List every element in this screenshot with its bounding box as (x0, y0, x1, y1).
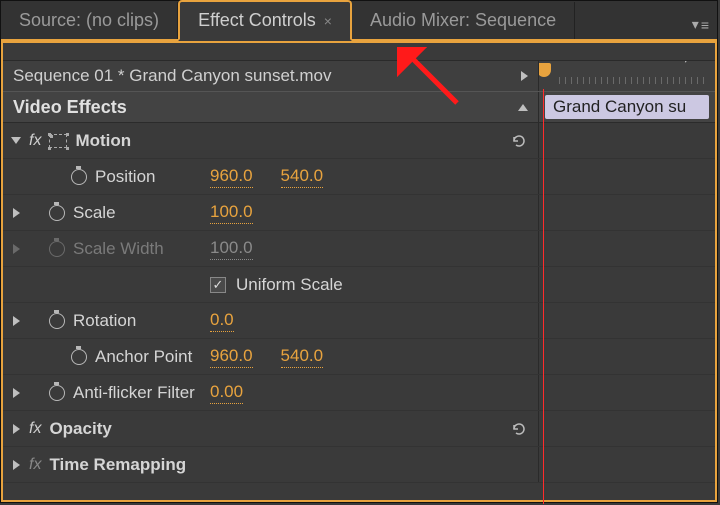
spacer (3, 43, 715, 61)
fx-badge-icon[interactable]: fx (29, 132, 41, 150)
uniform-scale-checkbox[interactable]: ✓ (210, 277, 226, 293)
mini-timeline-ruler[interactable]: 00;00 (539, 61, 715, 91)
free-transform-icon[interactable] (49, 134, 67, 148)
playhead-line (543, 89, 544, 504)
stopwatch-icon[interactable] (49, 313, 65, 329)
stopwatch-icon[interactable] (71, 349, 87, 365)
chevron-down-icon: ▾ (692, 16, 699, 33)
property-name: Anti-flicker Filter (73, 383, 195, 403)
property-row-position: Position 960.0 540.0 (3, 159, 715, 195)
disclosure-icon[interactable] (13, 388, 20, 398)
property-row-scale-width: Scale Width 100.0 (3, 231, 715, 267)
property-name: Scale Width (73, 239, 164, 259)
value-anchor-y[interactable]: 540.0 (281, 346, 324, 368)
property-name: Position (95, 167, 155, 187)
tab-label: Source: (no clips) (19, 10, 159, 31)
clip-label[interactable]: Grand Canyon su (545, 95, 709, 119)
property-row-rotation: Rotation 0.0 (3, 303, 715, 339)
value-position-y[interactable]: 540.0 (281, 166, 324, 188)
tab-audio-mixer[interactable]: Audio Mixer: Sequence (352, 2, 575, 39)
section-title: Video Effects (13, 97, 127, 118)
disclosure-icon[interactable] (13, 244, 20, 254)
video-effects-header[interactable]: Video Effects Grand Canyon su (3, 91, 715, 123)
sequence-header: Sequence 01 * Grand Canyon sunset.mov 00… (3, 61, 715, 91)
reset-icon[interactable] (511, 134, 529, 148)
stopwatch-icon[interactable] (49, 205, 65, 221)
effect-row-opacity: fx Opacity (3, 411, 715, 447)
effect-name[interactable]: Motion (75, 131, 131, 151)
stopwatch-icon (49, 241, 65, 257)
disclosure-icon[interactable] (13, 424, 20, 434)
menu-lines-icon: ≡ (701, 17, 709, 33)
timecode-label: 00;00 (664, 61, 707, 65)
disclosure-icon[interactable] (13, 208, 20, 218)
property-name: Scale (73, 203, 116, 223)
tab-label: Effect Controls (198, 10, 316, 31)
property-rows: fx Motion (3, 123, 715, 483)
value-scale-width: 100.0 (210, 238, 253, 260)
property-row-uniform-scale: ✓ Uniform Scale (3, 267, 715, 303)
tab-label: Audio Mixer: Sequence (370, 10, 556, 31)
effect-row-time-remapping: fx Time Remapping (3, 447, 715, 483)
ruler-ticks (559, 77, 715, 89)
value-antiflicker[interactable]: 0.00 (210, 382, 243, 404)
effect-name[interactable]: Opacity (49, 419, 111, 439)
property-name: Anchor Point (95, 347, 192, 367)
property-row-antiflicker: Anti-flicker Filter 0.00 (3, 375, 715, 411)
value-scale[interactable]: 100.0 (210, 202, 253, 224)
effect-name[interactable]: Time Remapping (49, 455, 186, 475)
disclosure-icon[interactable] (13, 316, 20, 326)
sequence-path: Sequence 01 * Grand Canyon sunset.mov (13, 66, 331, 86)
tab-source[interactable]: Source: (no clips) (1, 2, 178, 39)
stopwatch-icon[interactable] (71, 169, 87, 185)
disclosure-icon[interactable] (11, 137, 21, 144)
expand-icon[interactable] (521, 71, 528, 81)
effect-controls-panel: Source: (no clips) Effect Controls × Aud… (0, 0, 718, 503)
panel-menu-button[interactable]: ▾ ≡ (684, 10, 717, 39)
property-name: Uniform Scale (236, 275, 343, 295)
close-icon[interactable]: × (324, 13, 332, 29)
value-position-x[interactable]: 960.0 (210, 166, 253, 188)
collapse-icon[interactable] (518, 104, 528, 111)
stopwatch-icon[interactable] (49, 385, 65, 401)
fx-badge-icon[interactable]: fx (29, 456, 41, 474)
effect-row-motion: fx Motion (3, 123, 715, 159)
panel-frame: Sequence 01 * Grand Canyon sunset.mov 00… (1, 41, 717, 502)
reset-icon[interactable] (511, 422, 529, 436)
tab-effect-controls[interactable]: Effect Controls × (178, 0, 352, 41)
property-row-anchor-point: Anchor Point 960.0 540.0 (3, 339, 715, 375)
disclosure-icon[interactable] (13, 460, 20, 470)
tab-bar: Source: (no clips) Effect Controls × Aud… (1, 1, 717, 41)
property-row-scale: Scale 100.0 (3, 195, 715, 231)
property-name: Rotation (73, 311, 136, 331)
value-anchor-x[interactable]: 960.0 (210, 346, 253, 368)
value-rotation[interactable]: 0.0 (210, 310, 234, 332)
fx-badge-icon[interactable]: fx (29, 420, 41, 438)
